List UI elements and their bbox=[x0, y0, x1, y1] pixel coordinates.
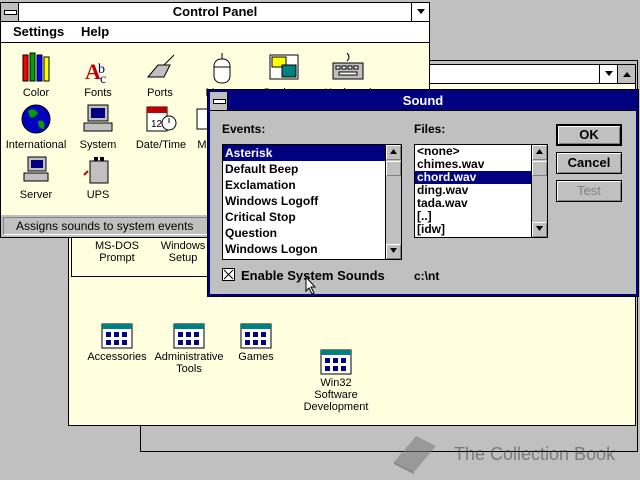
events-listbox[interactable]: Asterisk Default Beep Exclamation Windows L… bbox=[222, 144, 402, 260]
menu-help[interactable]: Help bbox=[81, 24, 109, 39]
event-list-item[interactable]: Windows Logoff bbox=[223, 193, 385, 209]
cancel-button[interactable]: Cancel bbox=[556, 152, 622, 174]
icon-fonts[interactable]: Abc Fonts bbox=[75, 51, 121, 99]
checkmark-x-icon bbox=[223, 269, 234, 280]
ups-icon bbox=[83, 157, 109, 184]
menu-settings[interactable]: Settings bbox=[13, 24, 64, 39]
book-logo-icon bbox=[394, 436, 436, 474]
event-list-item[interactable]: Asterisk bbox=[223, 145, 385, 161]
msdos-prompt-icon-item[interactable]: MS-DOS Prompt bbox=[87, 240, 147, 264]
files-label: Files: bbox=[414, 122, 446, 136]
server-icon bbox=[23, 156, 49, 182]
color-icon bbox=[22, 52, 50, 82]
menu-bar: Settings Help bbox=[1, 22, 429, 43]
sound-dialog-title: Sound bbox=[402, 93, 444, 108]
events-scrollbar[interactable] bbox=[385, 145, 401, 259]
test-button[interactable]: Test bbox=[556, 180, 622, 202]
fonts-icon: Abc bbox=[85, 59, 106, 85]
group-accessories[interactable]: Accessories bbox=[85, 323, 149, 363]
scroll-thumb[interactable] bbox=[386, 161, 401, 176]
arrow-down-icon bbox=[536, 226, 543, 231]
sound-dialog: Sound Events: Asterisk Default Beep Exclam… bbox=[207, 89, 639, 297]
program-group-icon bbox=[320, 349, 352, 375]
mouse-icon bbox=[213, 53, 231, 84]
maximize-button[interactable] bbox=[617, 65, 635, 83]
calendar-clock-icon: 12 bbox=[146, 106, 177, 132]
minimize-button[interactable] bbox=[599, 65, 617, 83]
minimize-button[interactable] bbox=[411, 3, 429, 21]
group-games[interactable]: Games bbox=[231, 323, 281, 363]
watermark: The Collection Book bbox=[390, 432, 640, 474]
system-icon bbox=[83, 104, 113, 132]
svg-text:c: c bbox=[100, 72, 106, 85]
event-list-item[interactable]: Default Beep bbox=[223, 161, 385, 177]
svg-text:12: 12 bbox=[151, 119, 163, 130]
windows-setup-icon-item[interactable]: Windows Setup bbox=[153, 240, 213, 264]
icon-ports[interactable]: Ports bbox=[137, 51, 183, 99]
scroll-thumb[interactable] bbox=[532, 161, 547, 176]
program-group-icon bbox=[240, 323, 272, 349]
event-list-item[interactable]: Exclamation bbox=[223, 177, 385, 193]
enable-sounds-checkbox[interactable] bbox=[222, 268, 235, 281]
icon-server[interactable]: Server bbox=[13, 153, 59, 201]
ports-icon bbox=[146, 54, 175, 78]
scroll-down-button[interactable] bbox=[386, 244, 401, 259]
arrow-down-icon bbox=[390, 248, 397, 253]
icon-international[interactable]: International bbox=[5, 103, 67, 151]
icon-datetime[interactable]: 12 Date/Time bbox=[133, 103, 189, 151]
events-label: Events: bbox=[222, 122, 266, 136]
event-list-item[interactable]: Critical Stop bbox=[223, 209, 385, 225]
sound-dialog-titlebar: Sound bbox=[210, 92, 636, 111]
event-list-item[interactable]: Windows Logon bbox=[223, 241, 385, 257]
chevron-down-icon bbox=[416, 9, 425, 14]
icon-system[interactable]: System bbox=[75, 103, 121, 151]
files-listbox[interactable]: <none> chimes.wav chord.wav ding.wav tada.wa… bbox=[414, 144, 548, 238]
icon-color[interactable]: Color bbox=[13, 51, 59, 99]
file-list-item[interactable]: [idw] bbox=[415, 223, 531, 236]
keyboard-icon bbox=[332, 52, 364, 80]
group-win32-sdk[interactable]: Win32 Software Development bbox=[297, 349, 375, 413]
event-list-item[interactable]: Question bbox=[223, 225, 385, 241]
scroll-down-button[interactable] bbox=[532, 222, 547, 237]
arrow-up-icon bbox=[390, 149, 397, 154]
group-administrative-tools[interactable]: Administrative Tools bbox=[153, 323, 225, 375]
file-list-item[interactable]: tada.wav bbox=[415, 197, 531, 210]
chevron-up-icon bbox=[622, 72, 631, 77]
arrow-up-icon bbox=[536, 149, 543, 154]
control-panel-title: Control Panel bbox=[172, 4, 258, 19]
globe-icon bbox=[21, 104, 51, 134]
current-path: c:\nt bbox=[414, 269, 440, 283]
program-group-icon bbox=[173, 323, 205, 349]
desktop-icon bbox=[269, 54, 299, 80]
files-scrollbar[interactable] bbox=[531, 145, 547, 237]
icon-ups[interactable]: UPS bbox=[75, 153, 121, 201]
system-menu-button[interactable] bbox=[210, 92, 228, 110]
ok-button[interactable]: OK bbox=[556, 124, 622, 146]
system-menu-button[interactable] bbox=[1, 3, 19, 21]
mouse-cursor-icon bbox=[305, 276, 317, 295]
control-panel-titlebar: Control Panel bbox=[1, 3, 429, 22]
scroll-up-button[interactable] bbox=[386, 145, 401, 160]
program-group-icon bbox=[101, 323, 133, 349]
chevron-down-icon bbox=[604, 71, 613, 76]
scroll-up-button[interactable] bbox=[532, 145, 547, 160]
